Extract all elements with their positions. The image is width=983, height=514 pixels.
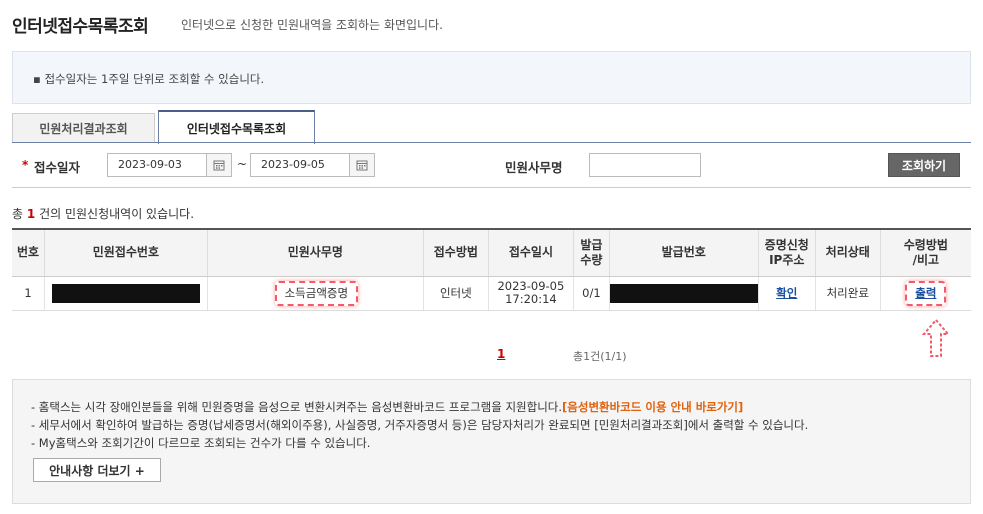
count-suffix: 건의 민원신청내역이 있습니다. bbox=[39, 207, 195, 221]
pager-current-page[interactable]: 1 bbox=[497, 347, 505, 361]
col-header: 민원접수번호 bbox=[44, 229, 208, 277]
info-line-1-text: - 홈택스는 시각 장애인분들을 위해 민원증명을 음성으로 변환시켜주는 음성… bbox=[31, 400, 563, 414]
notice-text: ▪ 접수일자는 1주일 단위로 조회할 수 있습니다. bbox=[33, 72, 265, 86]
cell-no: 1 bbox=[12, 276, 45, 311]
arrow-up-icon bbox=[922, 318, 950, 357]
office-label: 민원사무명 bbox=[505, 160, 563, 175]
date-separator: ~ bbox=[237, 157, 248, 171]
col-header: 접수일시 bbox=[487, 229, 574, 277]
info-line-2: - 세무서에서 확인하여 발급하는 증명(납세증명서(해외이주용), 사실증명,… bbox=[31, 418, 809, 432]
date-label: 접수일자 bbox=[34, 160, 81, 175]
col-header: 수령방법 /비고 bbox=[879, 229, 971, 277]
cell-issue-no bbox=[608, 276, 759, 311]
notice-box: ▪ 접수일자는 1주일 단위로 조회할 수 있습니다. bbox=[12, 51, 971, 104]
ip-confirm-link[interactable]: 확인 bbox=[776, 286, 797, 300]
voice-barcode-link[interactable]: [음성변환바코드 이용 안내 바로가기] bbox=[562, 400, 743, 414]
cell-date: 2023-09-05 bbox=[497, 279, 565, 293]
date-from-input[interactable]: 2023-09-03 bbox=[107, 153, 207, 177]
office-name-input[interactable] bbox=[589, 153, 701, 177]
cell-qty: 0/1 bbox=[573, 276, 610, 311]
cell-status: 처리완료 bbox=[814, 276, 881, 311]
print-link[interactable]: 출력 bbox=[915, 286, 936, 300]
pager-info: 총1건(1/1) bbox=[573, 350, 627, 363]
tab-result-inquiry[interactable]: 민원처리결과조회 bbox=[12, 113, 155, 143]
page-description: 인터넷으로 신청한 민원내역을 조회하는 화면입니다. bbox=[181, 18, 443, 32]
highlight-print: 출력 bbox=[905, 280, 947, 306]
col-header: 증명신청 IP주소 bbox=[757, 229, 816, 277]
more-info-button[interactable]: 안내사항 더보기 + bbox=[33, 458, 161, 482]
cell-receipt-no bbox=[44, 276, 208, 311]
count-prefix: 총 bbox=[12, 207, 24, 221]
calendar-icon[interactable] bbox=[349, 153, 375, 177]
calendar-icon[interactable] bbox=[206, 153, 232, 177]
search-bar: * 접수일자 2023-09-03 ~ 2023-09-05 민원사무명 조회하… bbox=[12, 143, 971, 188]
result-count: 총 1 건의 민원신청내역이 있습니다. bbox=[12, 205, 194, 222]
page-title: 인터넷접수목록조회 bbox=[12, 17, 149, 37]
tab-internet-receipt-list[interactable]: 인터넷접수목록조회 bbox=[158, 110, 315, 144]
search-button[interactable]: 조회하기 bbox=[888, 153, 960, 177]
cell-datetime: 2023-09-05 17:20:14 bbox=[487, 276, 574, 311]
table-header-row: 번호 민원접수번호 민원사무명 접수방법 접수일시 발급 수량 발급번호 증명신… bbox=[12, 229, 971, 277]
table-row: 1 소득금액증명 인터넷 2023-09-05 17:20:14 0/1 확인 처… bbox=[12, 276, 971, 311]
count-number: 1 bbox=[26, 207, 36, 221]
cell-time: 17:20:14 bbox=[505, 292, 557, 306]
cell-method: 인터넷 bbox=[422, 276, 489, 311]
info-line-1: - 홈택스는 시각 장애인분들을 위해 민원증명을 음성으로 변환시켜주는 음성… bbox=[31, 399, 743, 415]
info-line-3: - My홈택스와 조회기간이 다르므로 조회되는 건수가 다를 수 있습니다. bbox=[31, 436, 371, 450]
notice-text-body: 접수일자는 1주일 단위로 조회할 수 있습니다. bbox=[44, 72, 265, 86]
col-header: 민원사무명 bbox=[206, 229, 424, 277]
redacted-block bbox=[609, 283, 758, 303]
cell-receive: 출력 bbox=[879, 276, 971, 311]
col-header: 접수방법 bbox=[422, 229, 489, 277]
col-header: 발급번호 bbox=[608, 229, 759, 277]
date-to-input[interactable]: 2023-09-05 bbox=[250, 153, 350, 177]
col-header: 번호 bbox=[12, 229, 45, 277]
info-box: - 홈택스는 시각 장애인분들을 위해 민원증명을 음성으로 변환시켜주는 음성… bbox=[12, 379, 971, 504]
redacted-block bbox=[51, 283, 200, 303]
cell-office: 소득금액증명 bbox=[206, 276, 424, 311]
results-table: 번호 민원접수번호 민원사무명 접수방법 접수일시 발급 수량 발급번호 증명신… bbox=[12, 228, 971, 311]
col-header: 발급 수량 bbox=[573, 229, 610, 277]
required-marker: * bbox=[22, 158, 29, 172]
cell-ip: 확인 bbox=[757, 276, 816, 311]
col-header: 처리상태 bbox=[814, 229, 881, 277]
highlight-office: 소득금액증명 bbox=[274, 280, 359, 306]
